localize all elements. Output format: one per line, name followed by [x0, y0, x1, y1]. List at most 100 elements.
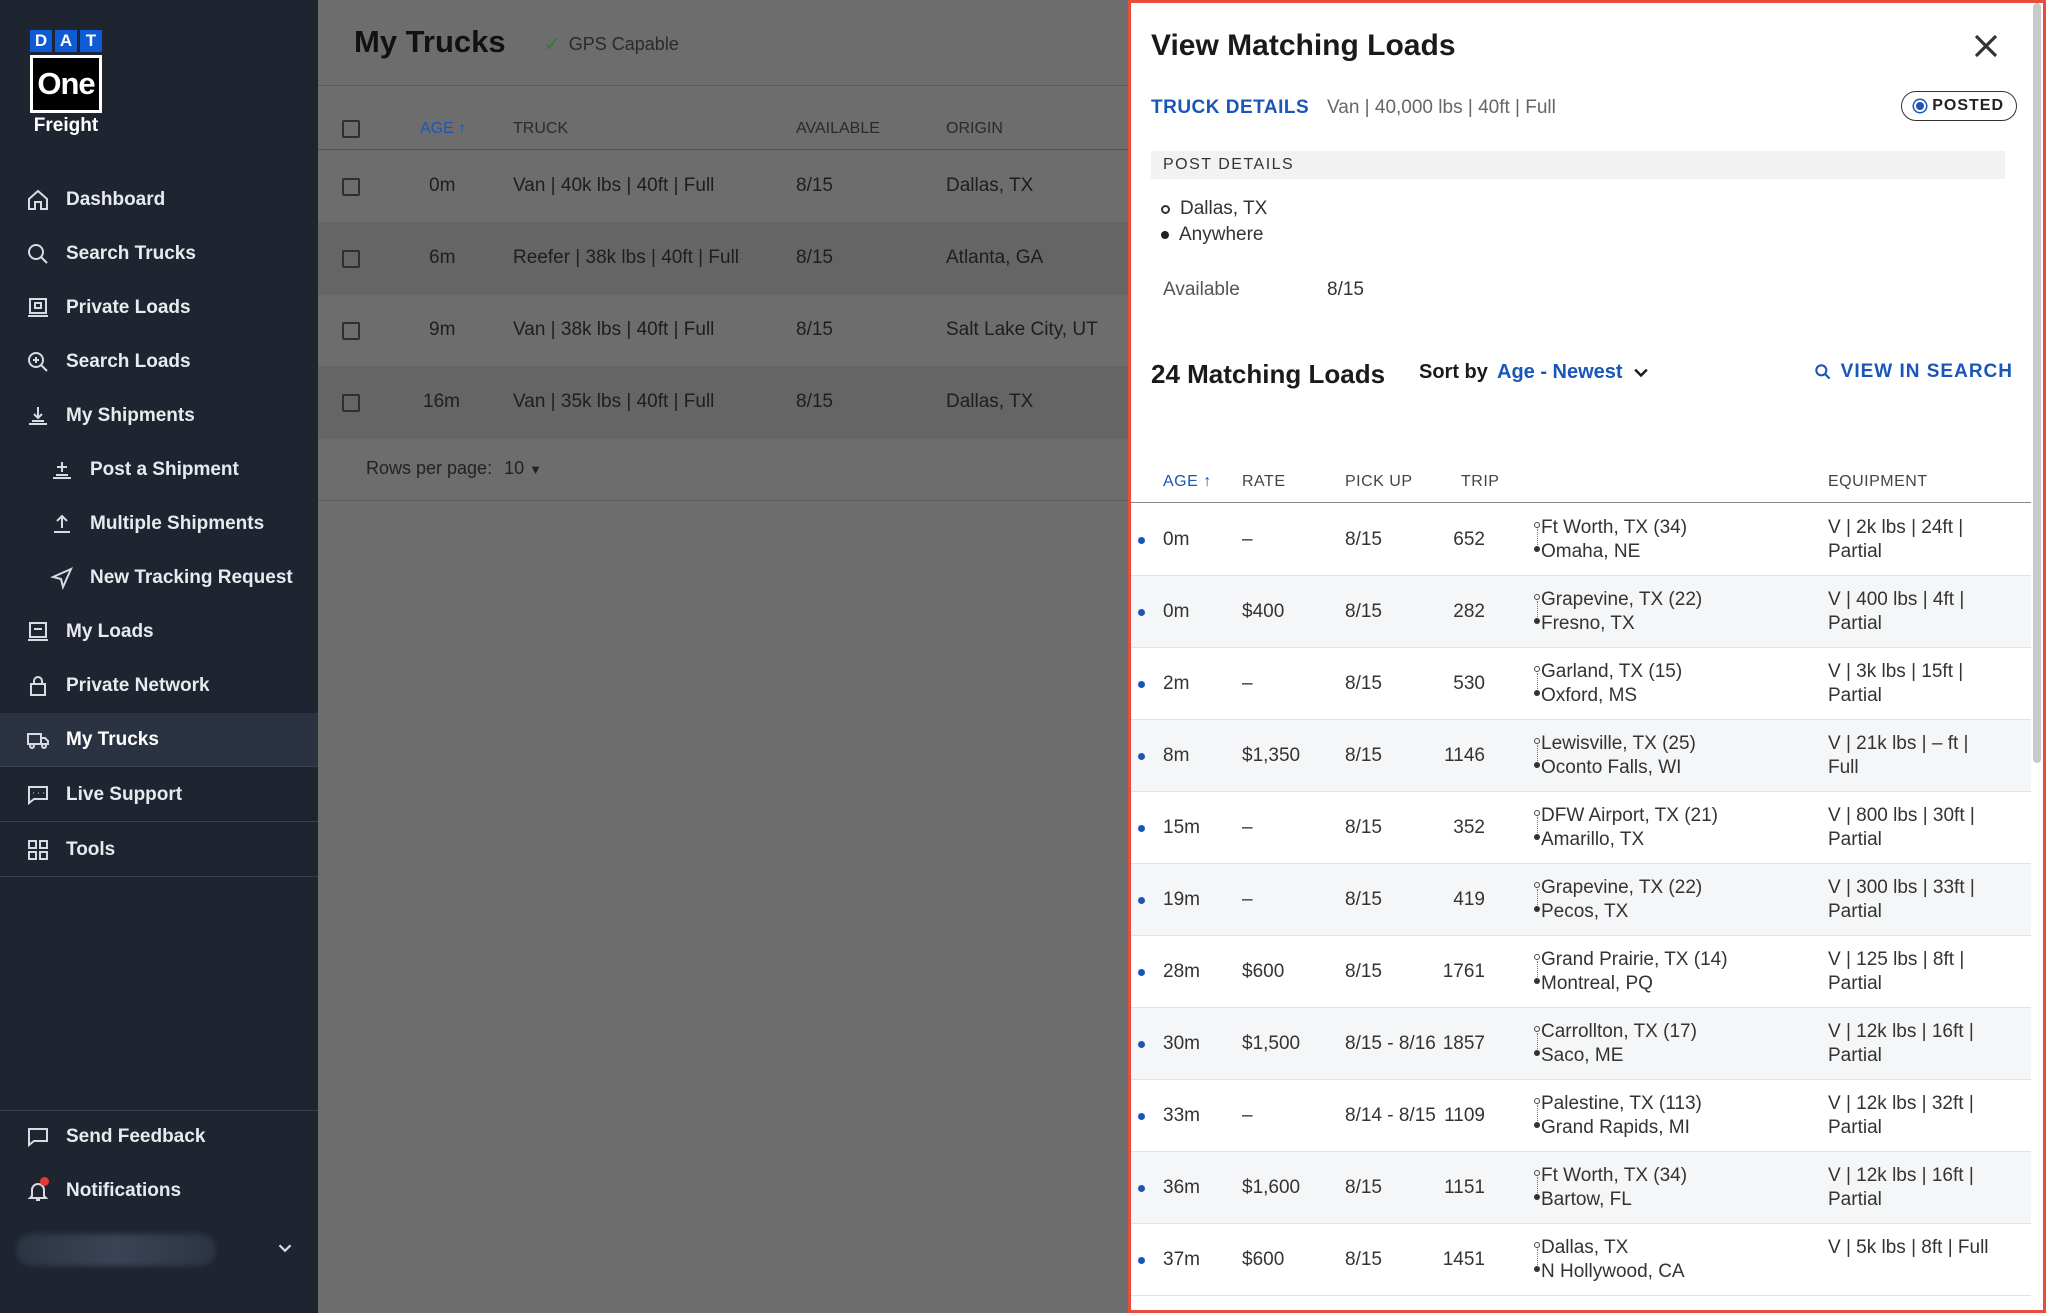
col-rate[interactable]: RATE [1242, 473, 1285, 491]
load-rate: $1,350 [1242, 745, 1301, 766]
load-equipment-line1: V | 2k lbs | 24ft | [1828, 517, 1964, 538]
load-trip: 1151 [1444, 1177, 1485, 1198]
trucks-table-header: AGE ↑ TRUCK AVAILABLE ORIGIN [318, 110, 1128, 150]
main-content: My Trucks ✓ GPS Capable AGE ↑ TRUCK AVAI… [318, 0, 1128, 1313]
feedback-icon [24, 1123, 52, 1151]
nav-my-shipments[interactable]: My Shipments [0, 389, 318, 443]
nav-tools[interactable]: Tools [0, 823, 318, 877]
col-age[interactable]: AGE ↑ [1163, 473, 1212, 491]
list-item[interactable]: 2m – 8/15 530 Garland, TX (15) Oxford, MS V | … [1131, 648, 2031, 720]
list-item[interactable]: 36m $1,600 8/15 1151 Ft Worth, TX (34) Bartow… [1131, 1152, 2031, 1224]
list-item[interactable]: 19m – 8/15 419 Grapevine, TX (22) Pecos, TX V … [1131, 864, 2031, 936]
load-route: Ft Worth, TX (34) Bartow, FL [1541, 1164, 1687, 1212]
row-checkbox[interactable] [342, 250, 360, 268]
load-route: DFW Airport, TX (21) Amarillo, TX [1541, 804, 1718, 852]
truck-available: 8/15 [796, 175, 833, 196]
table-row[interactable]: 6m Reefer | 38k lbs | 40ft | Full 8/15 A… [318, 223, 1128, 295]
load-destination: Bartow, FL [1541, 1189, 1632, 1210]
load-destination: Amarillo, TX [1541, 829, 1645, 850]
unread-dot [1138, 969, 1145, 976]
load-equipment-line1: V | 800 lbs | 30ft | [1828, 805, 1975, 826]
list-item[interactable]: 15m – 8/15 352 DFW Airport, TX (21) Amarillo,… [1131, 792, 2031, 864]
nav-search-loads[interactable]: Search Loads [0, 335, 318, 389]
load-equipment-line1: V | 5k lbs | 8ft | Full [1828, 1237, 1989, 1258]
load-pickup: 8/14 - 8/15 [1345, 1105, 1436, 1126]
route-markers-icon [1534, 1026, 1540, 1062]
select-all-checkbox[interactable] [342, 120, 360, 138]
nav-multiple-shipments[interactable]: Multiple Shipments [0, 497, 318, 551]
col-age[interactable]: AGE ↑ [420, 120, 466, 138]
list-item[interactable]: 37m $600 8/15 1451 Dallas, TX N Hollywood, CA… [1131, 1224, 2031, 1296]
load-equipment: V | 12k lbs | 16ft | Partial [1828, 1020, 2008, 1068]
load-route: Lewisville, TX (25) Oconto Falls, WI [1541, 732, 1696, 780]
truck-origin: Salt Lake City, UT [946, 319, 1098, 340]
user-menu[interactable] [16, 1228, 306, 1272]
row-checkbox[interactable] [342, 178, 360, 196]
panel-title: View Matching Loads [1151, 29, 1456, 62]
load-equipment-line2: Partial [1828, 1045, 1882, 1066]
list-item[interactable]: 30m $1,500 8/15 - 8/16 1857 Carrollton, TX (… [1131, 1008, 2031, 1080]
load-pickup: 8/15 - 8/16 [1345, 1033, 1436, 1054]
nav-private-loads[interactable]: Private Loads [0, 281, 318, 335]
nav-label: Live Support [66, 783, 183, 805]
nav-dashboard[interactable]: Dashboard [0, 173, 318, 227]
list-item[interactable]: 28m $600 8/15 1761 Grand Prairie, TX (14) Mon… [1131, 936, 2031, 1008]
view-in-search-button[interactable]: VIEW IN SEARCH [1813, 361, 2013, 383]
load-age: 0m [1163, 601, 1190, 622]
truck-desc: Van | 38k lbs | 40ft | Full [513, 319, 715, 340]
list-item[interactable]: 33m – 8/14 - 8/15 1109 Palestine, TX (113) Gr… [1131, 1080, 2031, 1152]
truck-details-link[interactable]: TRUCK DETAILS [1151, 97, 1309, 119]
nav-search-trucks[interactable]: Search Trucks [0, 227, 318, 281]
route-markers-icon [1534, 954, 1540, 990]
unread-dot [1138, 897, 1145, 904]
gps-capable-filter[interactable]: ✓ GPS Capable [544, 32, 679, 57]
col-truck[interactable]: TRUCK [513, 120, 568, 138]
available-value: 8/15 [1327, 279, 1364, 300]
nav-my-loads[interactable]: My Loads [0, 605, 318, 659]
send-feedback-button[interactable]: Send Feedback [0, 1110, 318, 1164]
load-rate: $400 [1242, 601, 1285, 622]
notifications-button[interactable]: Notifications [0, 1164, 318, 1218]
nav-label: Private Network [66, 675, 210, 696]
col-origin[interactable]: ORIGIN [946, 120, 1003, 138]
route-markers-icon [1534, 522, 1540, 558]
nav-private-network[interactable]: Private Network [0, 659, 318, 713]
row-checkbox[interactable] [342, 394, 360, 412]
destination-marker-icon [1161, 231, 1169, 239]
close-button[interactable] [1971, 31, 2003, 63]
truck-age: 9m [429, 319, 456, 340]
nav-live-support[interactable]: Live Support [0, 768, 318, 822]
dat-one-freight-logo[interactable]: D A T One Freight [30, 30, 102, 137]
nav-post-a-shipment[interactable]: Post a Shipment [0, 443, 318, 497]
col-trip[interactable]: TRIP [1461, 473, 1499, 491]
list-item[interactable]: 0m $400 8/15 282 Grapevine, TX (22) Fresno, T… [1131, 576, 2031, 648]
load-equipment-line2: Partial [1828, 1117, 1882, 1138]
table-row[interactable]: 0m Van | 40k lbs | 40ft | Full 8/15 Dall… [318, 151, 1128, 223]
scrollbar[interactable] [2033, 3, 2041, 763]
col-equipment[interactable]: EQUIPMENT [1828, 473, 1928, 491]
table-row[interactable]: 16m Van | 35k lbs | 40ft | Full 8/15 Dal… [318, 367, 1128, 439]
truck-desc: Van | 40k lbs | 40ft | Full [513, 175, 715, 196]
load-equipment-line1: V | 400 lbs | 4ft | [1828, 589, 1965, 610]
rows-per-page-select[interactable]: 10 ▼ [504, 458, 542, 479]
col-pickup[interactable]: PICK UP [1345, 473, 1413, 491]
search-icon [1814, 364, 1831, 380]
col-available[interactable]: AVAILABLE [796, 120, 880, 138]
list-item[interactable]: 0m – 8/15 652 Ft Worth, TX (34) Omaha, NE V | … [1131, 504, 2031, 576]
load-equipment: V | 12k lbs | 16ft | Partial [1828, 1164, 2008, 1212]
list-item[interactable]: 8m $1,350 8/15 1146 Lewisville, TX (25) Ocont… [1131, 720, 2031, 792]
load-age: 36m [1163, 1177, 1200, 1198]
nav-label: Dashboard [66, 189, 166, 210]
table-row[interactable]: 9m Van | 38k lbs | 40ft | Full 8/15 Salt… [318, 295, 1128, 367]
search-plus-icon [24, 348, 52, 376]
sort-dropdown[interactable]: Age - Newest [1497, 361, 1651, 384]
unread-dot [1138, 1041, 1145, 1048]
load-rate: $600 [1242, 961, 1285, 982]
load-age: 15m [1163, 817, 1200, 838]
nav-my-trucks[interactable]: My Trucks [0, 713, 318, 767]
nav-new-tracking-request[interactable]: New Tracking Request [0, 551, 318, 605]
unread-dot [1138, 825, 1145, 832]
load-route: Dallas, TX N Hollywood, CA [1541, 1236, 1685, 1284]
navigation-arrow-icon [48, 564, 76, 592]
row-checkbox[interactable] [342, 322, 360, 340]
